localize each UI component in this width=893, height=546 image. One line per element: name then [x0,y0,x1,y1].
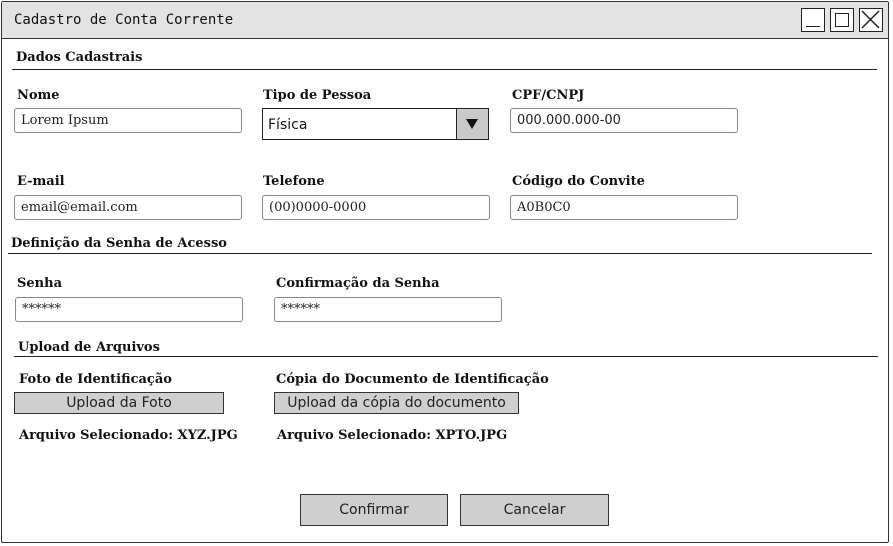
tipo-pessoa-value: Física [268,117,308,133]
divider [14,356,878,357]
close-icon[interactable] [859,8,883,32]
window-title: Cadastro de Conta Corrente [14,12,234,28]
section-title-dados-cadastrais: Dados Cadastrais [16,50,143,65]
confirmacao-senha-input[interactable] [274,297,502,322]
codigo-convite-input[interactable] [510,195,738,220]
email-input[interactable] [14,195,242,220]
cpf-cnpj-input[interactable] [510,108,738,133]
label-senha: Senha [17,276,62,291]
section-title-upload: Upload de Arquivos [18,340,160,355]
divider [8,253,872,254]
upload-foto-button[interactable]: Upload da Foto [14,392,224,414]
foto-selected-file: Arquivo Selecionado: XYZ.JPG [19,428,238,443]
tipo-pessoa-select[interactable]: Física [262,108,489,140]
senha-input[interactable] [15,297,243,322]
label-nome: Nome [17,88,60,103]
divider [12,69,877,70]
minimize-icon[interactable] [801,8,825,32]
title-bar: Cadastro de Conta Corrente [2,2,888,39]
label-email: E-mail [17,174,65,189]
label-codigo-convite: Código do Convite [512,174,645,189]
dropdown-arrow-icon[interactable] [456,109,488,139]
cancel-button[interactable]: Cancelar [460,494,609,526]
documento-selected-file: Arquivo Selecionado: XPTO.JPG [277,428,508,443]
label-copia-documento: Cópia do Documento de Identificação [276,372,549,387]
section-title-senha: Definição da Senha de Acesso [11,236,227,251]
telefone-input[interactable] [262,195,490,220]
upload-documento-button[interactable]: Upload da cópia do documento [274,392,519,414]
nome-input[interactable] [14,108,242,133]
account-registration-window: Cadastro de Conta Corrente [1,1,889,543]
label-cpf-cnpj: CPF/CNPJ [512,88,585,103]
confirm-button[interactable]: Confirmar [300,494,448,526]
label-confirmacao-senha: Confirmação da Senha [276,276,440,291]
label-telefone: Telefone [263,174,325,189]
label-tipo-pessoa: Tipo de Pessoa [263,88,372,103]
label-foto-identificacao: Foto de Identificação [19,372,172,387]
maximize-icon[interactable] [830,8,854,32]
